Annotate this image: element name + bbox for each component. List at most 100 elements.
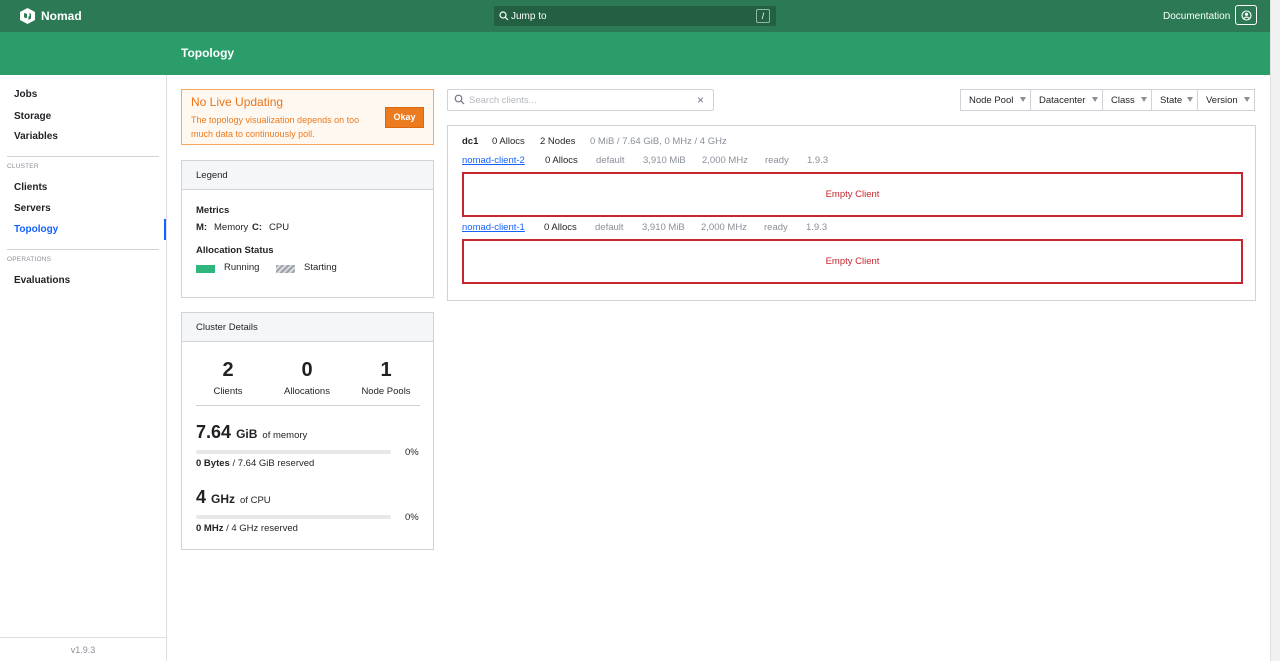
jump-shortcut-key: / xyxy=(756,9,770,23)
sidebar-item-servers[interactable]: Servers xyxy=(14,203,51,214)
caret-down-icon xyxy=(1141,97,1147,102)
cpu-total: 4 GHz of CPU xyxy=(196,487,271,508)
empty-client-box[interactable]: Empty Client xyxy=(462,239,1243,284)
node-version: 1.9.3 xyxy=(806,222,828,233)
filter-class-label: Class xyxy=(1111,95,1135,106)
sidebar-item-jobs[interactable]: Jobs xyxy=(14,89,37,100)
cpu-usage-bar xyxy=(196,515,391,519)
sidebar-section-cluster: CLUSTER xyxy=(7,163,39,170)
cpu-value: 4 xyxy=(196,487,207,507)
no-live-updating-notice: No Live Updating The topology visualizat… xyxy=(181,89,434,145)
metrics-label: Metrics xyxy=(196,205,230,216)
node-pools-stat: 1 Node Pools xyxy=(346,359,426,397)
node-pool: default xyxy=(596,155,625,166)
running-swatch xyxy=(196,265,215,273)
sidebar-item-evaluations[interactable]: Evaluations xyxy=(14,275,70,286)
filter-node-pool-label: Node Pool xyxy=(969,95,1014,106)
memory-usage-bar xyxy=(196,450,391,454)
datacenter-resources: 0 MiB / 7.64 GiB, 0 MHz / 4 GHz xyxy=(590,136,727,147)
memory-reserved-amount: 0 Bytes xyxy=(196,458,230,469)
node-allocs: 0 Allocs xyxy=(544,222,577,233)
page-header: Topology xyxy=(0,32,1270,75)
memory-unit: GiB xyxy=(236,427,258,441)
filter-bar: Node Pool Datacenter Class State Version xyxy=(960,89,1255,111)
stats-divider xyxy=(196,405,420,406)
cpu-reserved: 0 MHz / 4 GHz reserved xyxy=(196,523,298,534)
node-pools-caption: Node Pools xyxy=(361,386,411,397)
cpu-of-label: of CPU xyxy=(240,495,271,506)
sidebar-active-indicator xyxy=(164,219,166,240)
scrollbar[interactable] xyxy=(1270,0,1280,661)
documentation-link[interactable]: Documentation xyxy=(1163,11,1230,22)
filter-node-pool[interactable]: Node Pool xyxy=(960,89,1031,111)
datacenter-nodes: 2 Nodes xyxy=(540,136,576,147)
filter-version-label: Version xyxy=(1206,95,1238,106)
cpu-reserved-amount: 0 MHz xyxy=(196,523,224,534)
page-title: Topology xyxy=(181,46,235,60)
filter-class[interactable]: Class xyxy=(1102,89,1152,111)
sidebar-item-storage[interactable]: Storage xyxy=(14,111,51,122)
allocations-stat: 0 Allocations xyxy=(267,359,347,397)
user-icon xyxy=(1240,9,1252,21)
nomad-home-link[interactable]: Nomad xyxy=(20,8,82,24)
jump-to-search[interactable]: Jump to / xyxy=(494,6,776,26)
cpu-label: CPU xyxy=(269,222,290,233)
sidebar-item-clients[interactable]: Clients xyxy=(14,182,47,193)
search-icon xyxy=(499,11,509,21)
filter-datacenter[interactable]: Datacenter xyxy=(1030,89,1103,111)
filter-state-label: State xyxy=(1160,95,1183,106)
empty-client-box[interactable]: Empty Client xyxy=(462,172,1243,217)
search-icon xyxy=(454,94,465,105)
cluster-details-header: Cluster Details xyxy=(182,313,433,342)
client-search-input[interactable]: Search clients... × xyxy=(447,89,714,111)
node-memory: 3,910 MiB xyxy=(642,222,685,233)
memory-label: Memory xyxy=(214,222,249,233)
sidebar-section-operations: OPERATIONS xyxy=(7,256,52,263)
top-nav: Nomad Jump to / Documentation xyxy=(0,0,1270,32)
node-cpu: 2,000 MHz xyxy=(702,155,748,166)
node-memory: 3,910 MiB xyxy=(643,155,686,166)
search-placeholder: Search clients... xyxy=(469,95,537,106)
cpu-key: C: xyxy=(252,222,263,233)
sidebar-item-variables[interactable]: Variables xyxy=(14,131,58,142)
clear-search-icon[interactable]: × xyxy=(697,93,704,107)
filter-version[interactable]: Version xyxy=(1197,89,1255,111)
memory-reserved: 0 Bytes / 7.64 GiB reserved xyxy=(196,458,314,469)
profile-button[interactable] xyxy=(1235,5,1257,25)
allocations-count: 0 xyxy=(301,359,313,381)
brand-name: Nomad xyxy=(41,9,82,23)
node-version: 1.9.3 xyxy=(807,155,829,166)
cpu-reserved-total: / 4 GHz reserved xyxy=(226,523,298,534)
cpu-percent: 0% xyxy=(405,512,419,523)
memory-reserved-total: / 7.64 GiB reserved xyxy=(232,458,315,469)
node-status: ready xyxy=(765,155,789,166)
memory-of-label: of memory xyxy=(262,430,308,441)
node-cpu: 2,000 MHz xyxy=(701,222,747,233)
node-allocs: 0 Allocs xyxy=(545,155,578,166)
clients-count: 2 xyxy=(222,359,234,381)
caret-down-icon xyxy=(1187,97,1193,102)
clients-caption: Clients xyxy=(213,386,243,397)
sidebar-item-topology[interactable]: Topology xyxy=(14,224,58,235)
legend-header: Legend xyxy=(182,161,433,190)
jump-to-label: Jump to xyxy=(511,10,547,22)
okay-button[interactable]: Okay xyxy=(385,107,424,128)
allocations-caption: Allocations xyxy=(284,386,330,397)
node-pool: default xyxy=(595,222,624,233)
notice-message: The topology visualization depends on to… xyxy=(191,115,360,139)
nomad-logo-icon xyxy=(20,8,35,24)
cluster-details-panel: Cluster Details 2 Clients 0 Allocations … xyxy=(181,312,434,550)
node-link[interactable]: nomad-client-2 xyxy=(462,155,525,166)
filter-state[interactable]: State xyxy=(1151,89,1198,111)
node-link[interactable]: nomad-client-1 xyxy=(462,222,525,233)
topology-visualization: dc1 0 Allocs 2 Nodes 0 MiB / 7.64 GiB, 0… xyxy=(447,125,1256,301)
clients-stat: 2 Clients xyxy=(188,359,268,397)
notice-title: No Live Updating xyxy=(191,95,284,109)
cpu-unit: GHz xyxy=(211,492,236,506)
memory-key: M: xyxy=(196,222,208,233)
sidebar: Jobs Storage Variables CLUSTER Clients S… xyxy=(0,75,167,661)
memory-value: 7.64 xyxy=(196,422,232,442)
running-label: Running xyxy=(224,262,260,273)
caret-down-icon xyxy=(1092,97,1098,102)
memory-total: 7.64 GiB of memory xyxy=(196,422,307,443)
